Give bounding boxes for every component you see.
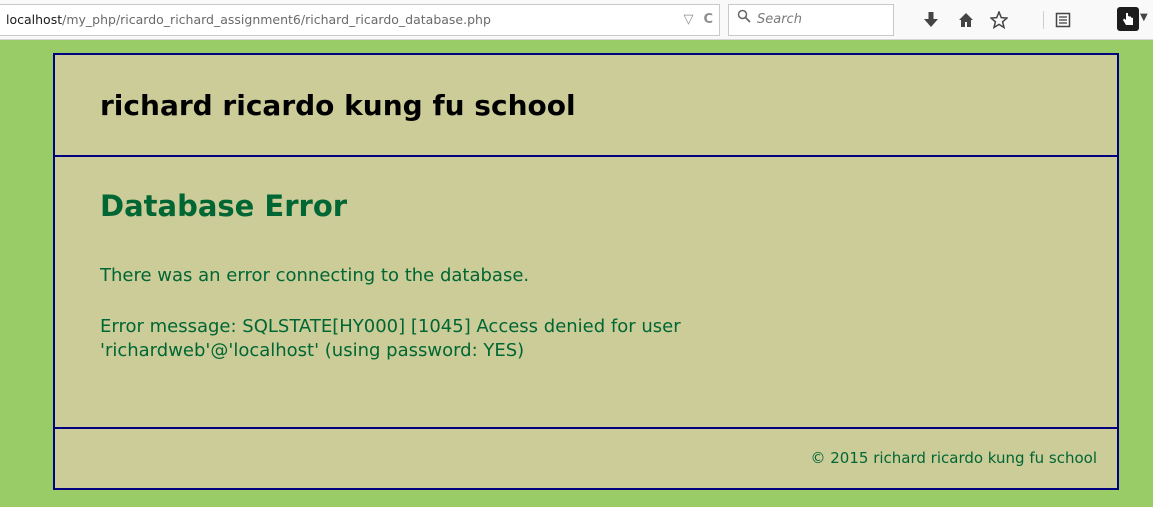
content-container: richard ricardo kung fu school Database … <box>53 53 1119 490</box>
url-actions: ▽ C <box>683 5 713 35</box>
error-heading: Database Error <box>100 189 348 223</box>
page-footer: © 2015 richard ricardo kung fu school <box>55 427 1117 488</box>
site-title: richard ricardo kung fu school <box>100 89 576 122</box>
download-icon[interactable] <box>920 9 942 31</box>
extension-icon[interactable] <box>1117 7 1139 31</box>
error-detail: Error message: SQLSTATE[HY000] [1045] Ac… <box>100 316 681 361</box>
reading-list-icon[interactable] <box>1052 9 1074 31</box>
url-path: /my_php/ricardo_richard_assignment6/rich… <box>62 12 491 27</box>
search-placeholder: Search <box>757 12 802 27</box>
page-background: richard ricardo kung fu school Database … <box>0 40 1153 507</box>
reload-icon[interactable]: C <box>703 5 713 35</box>
url-host: localhost <box>6 12 63 27</box>
search-bar[interactable]: Search <box>728 4 894 36</box>
url-bar[interactable]: localhost/my_php/ricardo_richard_assignm… <box>0 4 720 36</box>
browser-toolbar: localhost/my_php/ricardo_richard_assignm… <box>0 0 1153 40</box>
home-icon[interactable] <box>955 9 977 31</box>
extension-dropdown-icon[interactable]: ▼ <box>1140 12 1148 23</box>
main-content: Database Error There was an error connec… <box>55 157 1117 427</box>
toolbar-separator <box>1043 11 1044 29</box>
error-message: There was an error connecting to the dat… <box>100 265 530 286</box>
search-icon <box>737 5 751 35</box>
history-dropdown-icon[interactable]: ▽ <box>683 5 693 35</box>
bookmark-star-icon[interactable] <box>988 9 1010 31</box>
footer-copyright: © 2015 richard ricardo kung fu school <box>810 449 1097 467</box>
page-header: richard ricardo kung fu school <box>55 55 1117 157</box>
